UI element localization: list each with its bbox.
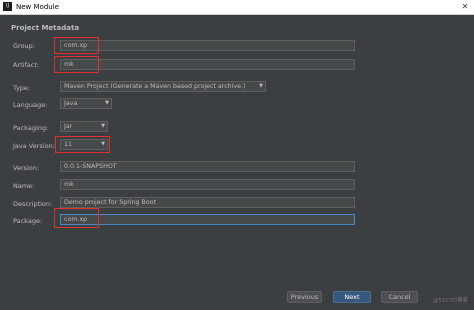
language-label: Language: [13, 101, 48, 109]
window-title: New Module [16, 3, 59, 11]
description-field[interactable]: Demo project for Spring Boot [60, 197, 355, 208]
java-version-label: Java Version: [13, 142, 55, 150]
chevron-down-icon: ▼ [101, 141, 105, 147]
packaging-combo[interactable]: Jar ▼ [60, 121, 108, 132]
artifact-label: Artifact: [13, 61, 40, 69]
artifact-field[interactable]: mk [60, 59, 355, 70]
description-label: Description: [13, 200, 53, 208]
next-button[interactable]: Next [333, 291, 371, 303]
chevron-down-icon: ▼ [105, 100, 109, 106]
intellij-icon: IJ [3, 2, 12, 11]
type-combo[interactable]: Maven Project (Generate a Maven based pr… [60, 81, 266, 92]
type-label: Type: [13, 84, 31, 92]
java-version-value: 11 [64, 141, 73, 148]
type-value: Maven Project (Generate a Maven based pr… [64, 83, 246, 90]
version-field[interactable]: 0.0.1-SNAPSHOT [60, 161, 355, 172]
java-version-combo[interactable]: 11 ▼ [60, 139, 108, 150]
language-value: Java [64, 100, 78, 107]
chevron-down-icon: ▼ [101, 123, 105, 129]
section-title: Project Metadata [11, 24, 80, 32]
name-field[interactable]: mk [60, 179, 355, 190]
package-field[interactable]: com.xp [60, 214, 355, 225]
group-label: Group: [13, 42, 35, 50]
packaging-value: Jar [64, 123, 73, 130]
version-label: Version: [13, 164, 40, 172]
group-field[interactable]: com.xp [60, 40, 355, 51]
previous-button[interactable]: Previous [287, 291, 322, 303]
title-bar: IJ New Module ✕ [0, 0, 474, 15]
cancel-button[interactable]: Cancel [381, 291, 418, 303]
window-controls: ✕ [456, 0, 474, 14]
package-label: Package: [13, 217, 43, 225]
name-label: Name: [13, 182, 35, 190]
watermark: @51CTO博客 [432, 298, 468, 304]
language-combo[interactable]: Java ▼ [60, 98, 112, 109]
close-icon[interactable]: ✕ [456, 0, 474, 14]
chevron-down-icon: ▼ [259, 83, 263, 89]
packaging-label: Packaging: [13, 124, 49, 132]
